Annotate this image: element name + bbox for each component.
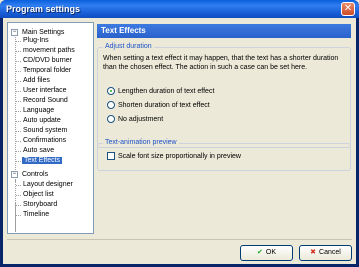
radio-no-adjustment-indicator[interactable] bbox=[107, 115, 115, 124]
program-settings-window: Program settings ✕ − Main Settings Plug-… bbox=[0, 0, 359, 267]
tree-collapse-main-icon[interactable]: − bbox=[11, 29, 18, 36]
tree-item-sound-system[interactable]: Sound system bbox=[23, 126, 67, 136]
window-title: Program settings bbox=[6, 4, 81, 14]
tree-item-auto-update[interactable]: Auto update bbox=[23, 116, 61, 126]
tree-item-language[interactable]: Language bbox=[23, 106, 54, 116]
tree-item-cd-dvd-burner[interactable]: CD/DVD burner bbox=[23, 56, 72, 66]
tree-collapse-controls-icon[interactable]: − bbox=[11, 171, 18, 178]
text-animation-preview-title: Text-animation preview bbox=[103, 139, 179, 146]
settings-tree[interactable]: − Main Settings Plug-Ins movement paths … bbox=[7, 22, 94, 234]
title-bar[interactable]: Program settings ✕ bbox=[0, 0, 359, 18]
tree-item-user-interface[interactable]: User interface bbox=[23, 86, 67, 96]
adjust-duration-title: Adjust duration bbox=[103, 43, 154, 50]
close-button[interactable]: ✕ bbox=[341, 2, 355, 16]
scale-font-checkbox-box[interactable] bbox=[107, 152, 115, 161]
radio-shorten[interactable]: Shorten duration of text effect bbox=[107, 101, 210, 111]
ok-button[interactable]: ✔ OK bbox=[240, 245, 293, 261]
cancel-button[interactable]: ✖ Cancel bbox=[299, 245, 352, 261]
tree-group-controls[interactable]: Controls bbox=[22, 170, 48, 180]
radio-shorten-indicator[interactable] bbox=[107, 101, 115, 110]
tree-item-confirmations[interactable]: Confirmations bbox=[23, 136, 66, 146]
radio-lengthen[interactable]: Lengthen duration of text effect bbox=[107, 87, 214, 97]
adjust-duration-description: When setting a text effect it may happen… bbox=[103, 55, 339, 71]
tree-item-timeline[interactable]: Timeline bbox=[23, 210, 49, 220]
panel-title: Text Effects bbox=[97, 24, 351, 38]
tree-item-layout-designer[interactable]: Layout designer bbox=[23, 180, 73, 190]
tree-item-movement-paths[interactable]: movement paths bbox=[23, 46, 75, 56]
tree-connector-main bbox=[15, 35, 16, 182]
check-icon: ✔ bbox=[257, 249, 263, 256]
tree-item-add-files[interactable]: Add files bbox=[23, 76, 50, 86]
close-icon: ✕ bbox=[343, 3, 353, 14]
dialog-client: − Main Settings Plug-Ins movement paths … bbox=[3, 18, 356, 264]
cancel-icon: ✖ bbox=[310, 249, 317, 256]
tree-item-object-list[interactable]: Object list bbox=[23, 190, 54, 200]
footer-divider bbox=[7, 239, 352, 240]
scale-font-checkbox[interactable]: Scale font size proportionally in previe… bbox=[107, 152, 241, 162]
tree-item-auto-save[interactable]: Auto save bbox=[23, 146, 54, 156]
tree-item-record-sound[interactable]: Record Sound bbox=[23, 96, 68, 106]
tree-item-temporal-folder[interactable]: Temporal folder bbox=[23, 66, 71, 76]
radio-lengthen-indicator[interactable] bbox=[107, 87, 115, 96]
tree-item-text-effects[interactable]: Text Effects bbox=[22, 156, 63, 166]
tree-item-plug-ins[interactable]: Plug-Ins bbox=[23, 36, 49, 46]
tree-item-storyboard[interactable]: Storyboard bbox=[23, 200, 57, 210]
radio-no-adjustment[interactable]: No adjustment bbox=[107, 115, 163, 125]
